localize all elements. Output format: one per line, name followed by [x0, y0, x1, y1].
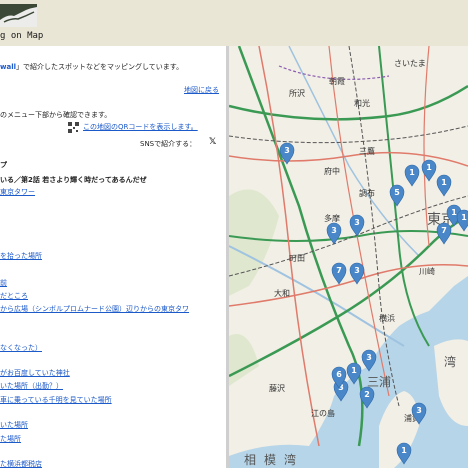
- map-pin-label: 3: [416, 406, 422, 415]
- site-title: g on Map: [0, 31, 44, 41]
- intro-text: 」で紹介したスポットなどをマッピングしています。: [16, 63, 184, 71]
- spot-link-tokyo-tower[interactable]: 東京タワー: [0, 187, 35, 197]
- intro-text-line: wall」で紹介したスポットなどをマッピングしています。: [0, 62, 183, 72]
- spot-link[interactable]: がお百度していた神社: [0, 368, 70, 378]
- spot-link[interactable]: だところ: [0, 291, 28, 301]
- map-pin-label: 5: [394, 188, 400, 197]
- map-pin-label: 1: [401, 446, 407, 455]
- menu-note: のメニュー下部から確認できます。: [0, 111, 112, 119]
- spot-link[interactable]: いた場所: [0, 420, 28, 430]
- map-pin-label: 1: [441, 178, 447, 187]
- map-label: さいたま: [394, 59, 426, 68]
- map-label-sea: 相模湾: [244, 452, 304, 467]
- x-share-icon[interactable]: 𝕏: [209, 137, 216, 147]
- map-pin-label: 6: [336, 370, 342, 379]
- side-panel: wall」で紹介したスポットなどをマッピングしています。 地図に戻る のメニュー…: [0, 46, 229, 468]
- map-pin-label: 3: [284, 146, 290, 155]
- map-label: 所沢: [289, 88, 305, 98]
- map-label-bay: 湾: [444, 354, 456, 369]
- qr-code-link[interactable]: この地図のQRコードを表示します。: [83, 122, 198, 132]
- map-label: 多摩: [324, 213, 340, 223]
- map-label: 朝霞: [329, 77, 345, 86]
- section-heading: プ: [0, 161, 7, 169]
- map-label: 調布: [359, 188, 375, 198]
- map-pin-label: 7: [441, 226, 447, 235]
- spot-link[interactable]: いた場所（出勤？）: [0, 381, 63, 391]
- map-label: 江の島: [311, 408, 335, 418]
- map-label: 三鷹: [359, 146, 375, 156]
- map-label: 三浦: [367, 375, 391, 389]
- spot-link[interactable]: た場所: [0, 434, 21, 444]
- qr-code-icon[interactable]: [68, 122, 79, 133]
- map-label: 川崎: [419, 266, 435, 276]
- site-logo[interactable]: [0, 4, 37, 27]
- sns-label: SNSで紹介する：: [140, 140, 197, 148]
- map-pin-label: 7: [336, 266, 342, 275]
- spot-link[interactable]: 前: [0, 278, 7, 288]
- map-pin-label: 1: [351, 366, 357, 375]
- back-to-map-link[interactable]: 地図に戻る: [184, 85, 219, 95]
- map-label: 町田: [289, 254, 305, 263]
- map-pin-label: 1: [426, 163, 432, 172]
- intro-link[interactable]: wall: [0, 63, 16, 71]
- map-view[interactable]: 所沢 三鷹 調布 町田 大和 藤沢 江の島 相模湾 三浦 浦賀 東京 川崎 横浜…: [229, 46, 468, 468]
- spot-link[interactable]: なくなった）: [0, 343, 42, 353]
- map-pin-label: 3: [331, 226, 337, 235]
- map-pin-label: 2: [364, 390, 370, 399]
- spot-link[interactable]: 車に乗っている千明を見ていた場所: [0, 395, 112, 405]
- map-label: 和光: [354, 98, 370, 108]
- map-pin-label: 3: [366, 353, 372, 362]
- map-pin-label: 3: [354, 218, 360, 227]
- spot-link[interactable]: から広場（シンボルプロムナード公園）辺りからの東京タワ: [0, 304, 189, 314]
- map-label: 横浜: [379, 313, 395, 323]
- map-pin-label: 1: [409, 168, 415, 177]
- spot-link[interactable]: を拾った場所: [0, 251, 42, 261]
- map-pin-label: 1: [461, 213, 467, 222]
- map-canvas[interactable]: 所沢 三鷹 調布 町田 大和 藤沢 江の島 相模湾 三浦 浦賀 東京 川崎 横浜…: [229, 46, 468, 468]
- map-label: 府中: [324, 166, 340, 176]
- spot-link[interactable]: た横浜都税店: [0, 459, 42, 468]
- map-label: 大和: [274, 288, 290, 298]
- map-pin-label: 1: [451, 208, 457, 217]
- map-pin-label: 3: [354, 266, 360, 275]
- episode-title: いる／第2話 若さより輝く時だってあるんだぜ: [0, 176, 147, 184]
- app-header: g on Map: [0, 0, 468, 46]
- map-label: 藤沢: [269, 383, 285, 393]
